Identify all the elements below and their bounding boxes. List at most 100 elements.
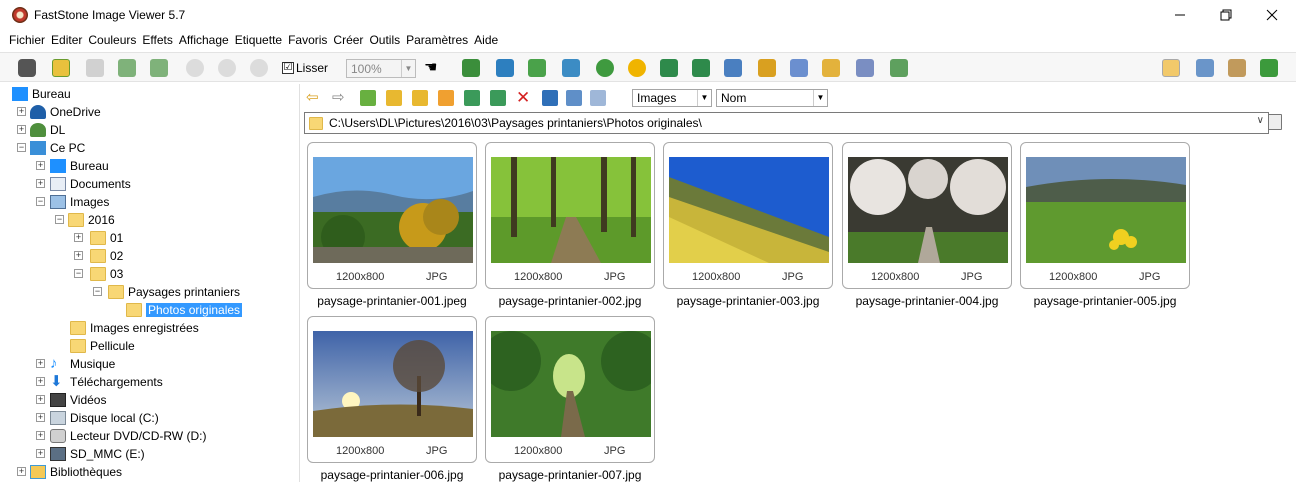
expand-icon[interactable]: + <box>17 125 26 134</box>
menu-effets[interactable]: Effets <box>139 30 175 50</box>
thumbnail-card[interactable]: 1200x800 JPG <box>485 142 655 289</box>
thumbnail-image[interactable] <box>491 157 651 263</box>
batch-icon[interactable] <box>890 59 908 77</box>
smooth-checkbox[interactable]: ☑ Lisser <box>282 61 328 75</box>
folder-options-icon[interactable] <box>438 90 454 106</box>
tree-item-sd-mmc[interactable]: SD_MMC (E:) <box>50 445 145 463</box>
thumbnail-image[interactable] <box>669 157 829 263</box>
details-view-icon[interactable] <box>590 90 606 106</box>
resize-icon[interactable] <box>528 59 546 77</box>
expand-icon[interactable]: + <box>17 107 26 116</box>
tree-item-02[interactable]: 02 <box>90 247 123 265</box>
tree-item-onedrive[interactable]: OneDrive <box>30 103 101 121</box>
tree-item-03[interactable]: 03 <box>90 265 123 283</box>
previous-icon[interactable] <box>118 59 136 77</box>
list-view-icon[interactable] <box>566 90 582 106</box>
collapse-icon[interactable]: − <box>55 215 64 224</box>
expand-icon[interactable]: + <box>74 233 83 242</box>
menu-fichier[interactable]: Fichier <box>6 30 48 50</box>
compare-icon[interactable] <box>496 59 514 77</box>
thumbnail-image[interactable] <box>313 331 473 437</box>
favorites-folder-icon[interactable] <box>386 90 402 106</box>
copy-to-icon[interactable] <box>464 90 480 106</box>
rotate-right-icon[interactable] <box>692 59 710 77</box>
chevron-down-icon[interactable]: ▼ <box>697 90 711 106</box>
trash-icon[interactable] <box>1268 114 1282 130</box>
zoom-select[interactable]: 100% ▼ <box>346 59 416 78</box>
thumbnail-card[interactable]: 1200x800 JPG <box>842 142 1012 289</box>
tree-item-bibliotheques[interactable]: Bibliothèques <box>30 463 122 481</box>
save-icon[interactable] <box>86 59 104 77</box>
thumbnail-card[interactable]: 1200x800 JPG <box>485 316 655 463</box>
tree-item-photos-originales[interactable]: Photos originales <box>126 301 243 319</box>
expand-icon[interactable]: + <box>36 359 45 368</box>
print-icon[interactable] <box>856 59 874 77</box>
tree-item-2016[interactable]: 2016 <box>68 211 115 229</box>
sort-select[interactable]: Nom ▼ <box>716 89 828 107</box>
chevron-down-icon[interactable]: ▼ <box>401 60 415 77</box>
thumbnail-card[interactable]: 1200x800 JPG <box>307 142 477 289</box>
tree-item-musique[interactable]: ♪ Musique <box>50 355 115 373</box>
file-type-filter[interactable]: Images ▼ <box>632 89 712 107</box>
thumbnail-image[interactable] <box>1026 157 1186 263</box>
new-folder-icon[interactable] <box>412 90 428 106</box>
chevron-down-icon[interactable]: ▼ <box>813 90 827 106</box>
thumbnail-image[interactable] <box>491 331 651 437</box>
collapse-icon[interactable]: − <box>17 143 26 152</box>
menu-creer[interactable]: Créer <box>330 30 366 50</box>
menu-outils[interactable]: Outils <box>366 30 403 50</box>
expand-icon[interactable]: + <box>36 395 45 404</box>
expand-icon[interactable]: + <box>17 467 26 476</box>
crop-icon[interactable] <box>758 59 776 77</box>
forward-arrow-icon[interactable]: ⇨ <box>332 90 348 106</box>
back-arrow-icon[interactable]: ⇦ <box>306 90 322 106</box>
tree-item-disque-local[interactable]: Disque local (C:) <box>50 409 159 427</box>
expand-icon[interactable]: + <box>74 251 83 260</box>
flip-icon[interactable] <box>724 59 742 77</box>
thumbnail-card[interactable]: 1200x800 JPG <box>1020 142 1190 289</box>
expand-icon[interactable]: + <box>36 377 45 386</box>
folder-tree[interactable]: Bureau + OneDrive + DL − Ce PC + Bureau … <box>0 84 300 482</box>
menu-editer[interactable]: Editer <box>48 30 85 50</box>
tree-item-01[interactable]: 01 <box>90 229 123 247</box>
tree-item-pellicule[interactable]: Pellicule <box>70 337 135 355</box>
tree-item-telechargements[interactable]: ⬇ Téléchargements <box>50 373 163 391</box>
image-view-icon[interactable] <box>1228 59 1246 77</box>
email-icon[interactable] <box>822 59 840 77</box>
delete-icon[interactable]: ✕ <box>516 89 532 106</box>
zoom-out-icon[interactable] <box>218 59 236 77</box>
tree-item-images-enregistrees[interactable]: Images enregistrées <box>70 319 199 337</box>
path-field[interactable]: C:\Users\DL\Pictures\2016\03\Paysages pr… <box>304 112 1269 134</box>
tree-item-bureau[interactable]: Bureau <box>12 85 71 103</box>
menu-couleurs[interactable]: Couleurs <box>85 30 139 50</box>
next-icon[interactable] <box>150 59 168 77</box>
tree-item-paysages-printaniers[interactable]: Paysages printaniers <box>108 283 240 301</box>
tree-item-lecteur-dvd[interactable]: Lecteur DVD/CD-RW (D:) <box>50 427 206 445</box>
open-folder-icon[interactable] <box>52 59 70 77</box>
expand-icon[interactable]: + <box>36 449 45 458</box>
expand-icon[interactable]: + <box>36 431 45 440</box>
chevron-down-icon[interactable]: ∨ <box>1257 115 1264 126</box>
move-to-icon[interactable] <box>490 90 506 106</box>
zoom-in-icon[interactable] <box>186 59 204 77</box>
color-icon[interactable] <box>562 59 580 77</box>
close-button[interactable] <box>1249 0 1295 30</box>
slideshow-icon[interactable] <box>462 59 480 77</box>
menu-favoris[interactable]: Favoris <box>285 30 330 50</box>
fullscreen-icon[interactable] <box>1260 59 1278 77</box>
sun-icon[interactable] <box>628 59 646 77</box>
draw-icon[interactable] <box>790 59 808 77</box>
tree-item-bureau-pc[interactable]: Bureau <box>50 157 109 175</box>
thumbnail-image[interactable] <box>848 157 1008 263</box>
thumbnail-card[interactable]: 1200x800 JPG <box>307 316 477 463</box>
expand-icon[interactable]: + <box>36 161 45 170</box>
compact-view-icon[interactable] <box>1196 59 1214 77</box>
tree-item-videos[interactable]: Vidéos <box>50 391 106 409</box>
user-icon[interactable] <box>596 59 614 77</box>
collapse-icon[interactable]: − <box>93 287 102 296</box>
collapse-icon[interactable]: − <box>36 197 45 206</box>
tree-item-dl[interactable]: DL <box>30 121 65 139</box>
thumbnail-card[interactable]: 1200x800 JPG <box>663 142 833 289</box>
up-folder-icon[interactable] <box>360 90 376 106</box>
menu-aide[interactable]: Aide <box>471 30 501 50</box>
